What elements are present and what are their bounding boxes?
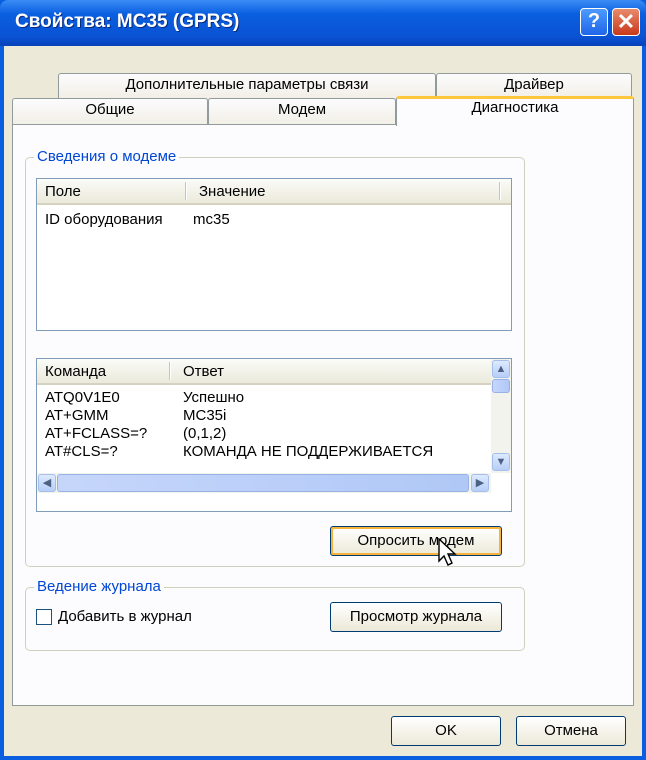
query-modem-button[interactable]: Опросить модем	[330, 526, 502, 556]
column-divider[interactable]	[499, 182, 501, 200]
tab-general[interactable]: Общие	[12, 98, 208, 124]
vertical-scroll-thumb[interactable]	[492, 379, 510, 393]
command-cell[interactable]: ATQ0V1E0	[45, 389, 120, 406]
response-cell[interactable]: КОМАНДА НЕ ПОДДЕРЖИВАЕТСЯ	[183, 443, 433, 460]
window-title: Свойства: MC35 (GPRS)	[15, 11, 240, 32]
logging-legend: Ведение журнала	[34, 578, 164, 595]
chevron-left-icon: ◀	[42, 477, 52, 489]
dialog-window: Свойства: MC35 (GPRS) ? ✕ Дополнительные…	[0, 0, 646, 760]
logging-group: Ведение журнала Добавить в журнал Просмо…	[25, 578, 525, 651]
cursor-icon	[438, 538, 457, 566]
column-header-field[interactable]: Поле	[45, 183, 81, 200]
modem-info-list[interactable]: Поле Значение ID оборудования mc35	[36, 178, 512, 331]
response-cell[interactable]: Успешно	[183, 389, 244, 406]
ok-button[interactable]: OK	[391, 716, 501, 746]
tab-label: Дополнительные параметры связи	[125, 76, 369, 93]
view-log-button[interactable]: Просмотр журнала	[330, 602, 502, 632]
response-cell[interactable]: MC35i	[183, 407, 226, 424]
title-bar[interactable]: Свойства: MC35 (GPRS) ? ✕	[0, 0, 646, 46]
scroll-right-button[interactable]: ▶	[471, 474, 489, 492]
horizontal-scrollbar[interactable]: ◀ ▶	[37, 473, 491, 493]
chevron-down-icon: ▼	[495, 456, 507, 468]
tab-modem[interactable]: Модем	[208, 98, 396, 124]
tab-label: Общие	[85, 101, 135, 118]
response-cell[interactable]: (0,1,2)	[183, 425, 226, 442]
add-to-log-checkbox[interactable]	[36, 609, 52, 625]
info-row-field[interactable]: ID оборудования	[45, 211, 163, 228]
command-cell[interactable]: AT+GMM	[45, 407, 108, 424]
tab-label: Модем	[277, 101, 327, 118]
tab-advanced-settings[interactable]: Дополнительные параметры связи	[58, 73, 436, 98]
modem-info-header: Поле Значение	[37, 179, 511, 205]
command-cell[interactable]: AT#CLS=?	[45, 443, 118, 460]
tab-diagnostics[interactable]: Диагностика	[396, 96, 634, 126]
add-to-log-label[interactable]: Добавить в журнал	[58, 608, 192, 625]
info-row-value[interactable]: mc35	[193, 211, 230, 228]
close-button[interactable]: ✕	[612, 8, 640, 36]
command-list[interactable]: Команда Ответ ATQ0V1E0 Успешно AT+GMM MC…	[36, 358, 512, 512]
horizontal-scroll-thumb[interactable]	[57, 474, 469, 492]
column-header-response[interactable]: Ответ	[183, 363, 224, 380]
chevron-right-icon: ▶	[475, 477, 485, 489]
modem-info-legend: Сведения о модеме	[34, 148, 180, 165]
tab-driver[interactable]: Драйвер	[436, 73, 632, 98]
column-divider[interactable]	[169, 362, 171, 380]
scroll-down-button[interactable]: ▼	[492, 453, 510, 471]
modem-info-group: Сведения о модеме Поле Значение ID обору…	[25, 148, 525, 567]
tab-label: Диагностика	[471, 99, 559, 116]
cancel-button[interactable]: Отмена	[516, 716, 626, 746]
tab-label: Драйвер	[504, 76, 564, 93]
close-icon: ✕	[616, 9, 636, 34]
scroll-left-button[interactable]: ◀	[38, 474, 56, 492]
chevron-up-icon: ▲	[495, 363, 507, 375]
column-header-command[interactable]: Команда	[45, 363, 106, 380]
column-divider[interactable]	[185, 182, 187, 200]
help-button[interactable]: ?	[580, 8, 608, 36]
help-icon: ?	[587, 10, 601, 32]
scroll-up-button[interactable]: ▲	[492, 360, 510, 378]
column-header-value[interactable]: Значение	[199, 183, 266, 200]
vertical-scrollbar[interactable]: ▲ ▼	[491, 359, 511, 473]
command-cell[interactable]: AT+FCLASS=?	[45, 425, 147, 442]
command-list-header: Команда Ответ	[37, 359, 491, 385]
dialog-client: Дополнительные параметры связи Драйвер О…	[4, 46, 642, 756]
tab-panel-diagnostics: Сведения о модеме Поле Значение ID обору…	[12, 124, 634, 706]
